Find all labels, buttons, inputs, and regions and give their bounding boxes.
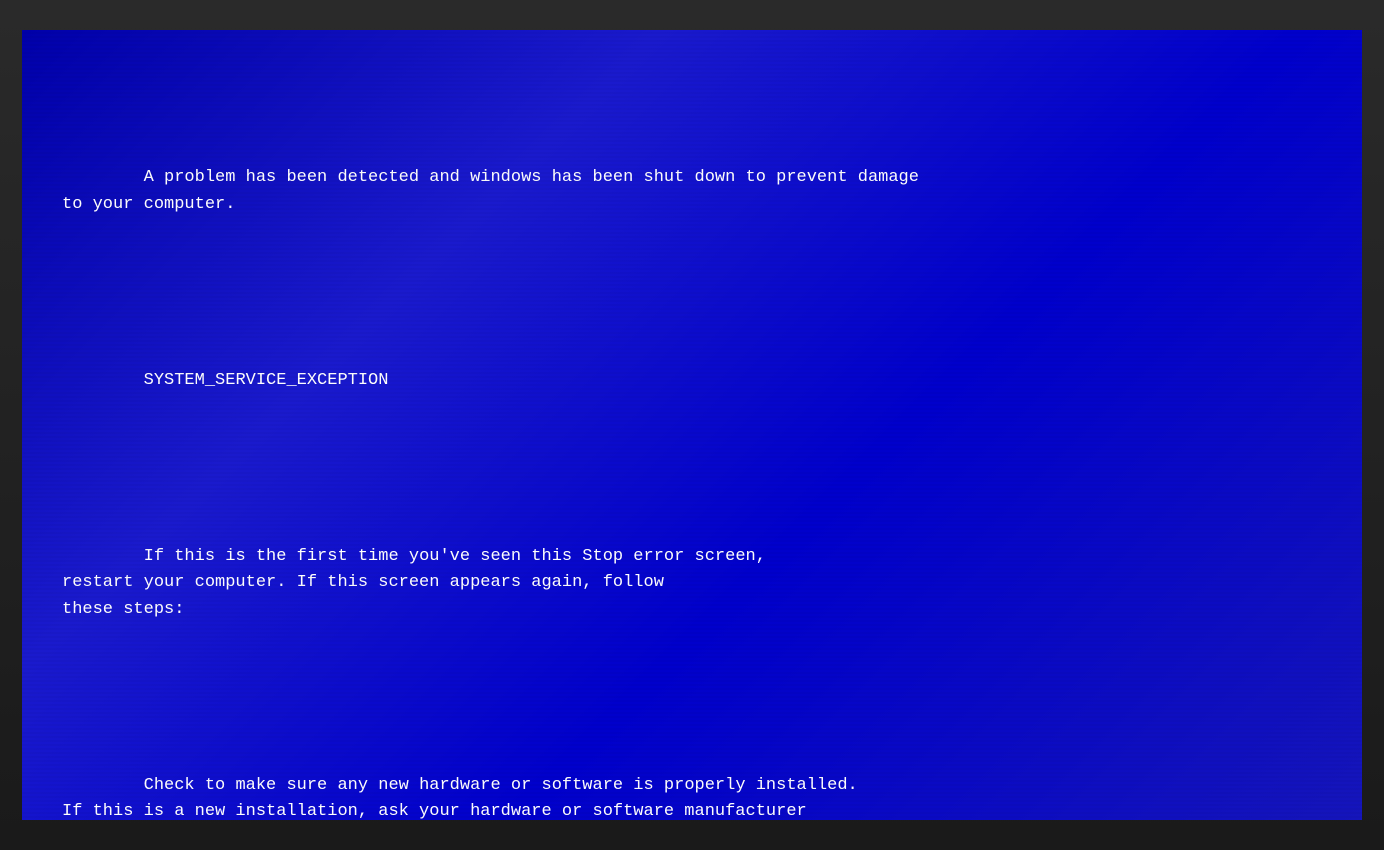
error-code-text: SYSTEM_SERVICE_EXCEPTION bbox=[144, 371, 389, 390]
monitor-bezel: A problem has been detected and windows … bbox=[0, 0, 1384, 850]
first-time-section: If this is the first time you've seen th… bbox=[62, 518, 1322, 650]
bsod-content: A problem has been detected and windows … bbox=[62, 60, 1322, 820]
header-text: A problem has been detected and windows … bbox=[62, 168, 919, 213]
bsod-screen: A problem has been detected and windows … bbox=[22, 30, 1362, 820]
first-time-text: If this is the first time you've seen th… bbox=[62, 547, 766, 619]
header-section: A problem has been detected and windows … bbox=[62, 139, 1322, 244]
check-hardware-text: Check to make sure any new hardware or s… bbox=[62, 776, 858, 820]
error-code-section: SYSTEM_SERVICE_EXCEPTION bbox=[62, 341, 1322, 420]
check-hardware-section: Check to make sure any new hardware or s… bbox=[62, 746, 1322, 820]
